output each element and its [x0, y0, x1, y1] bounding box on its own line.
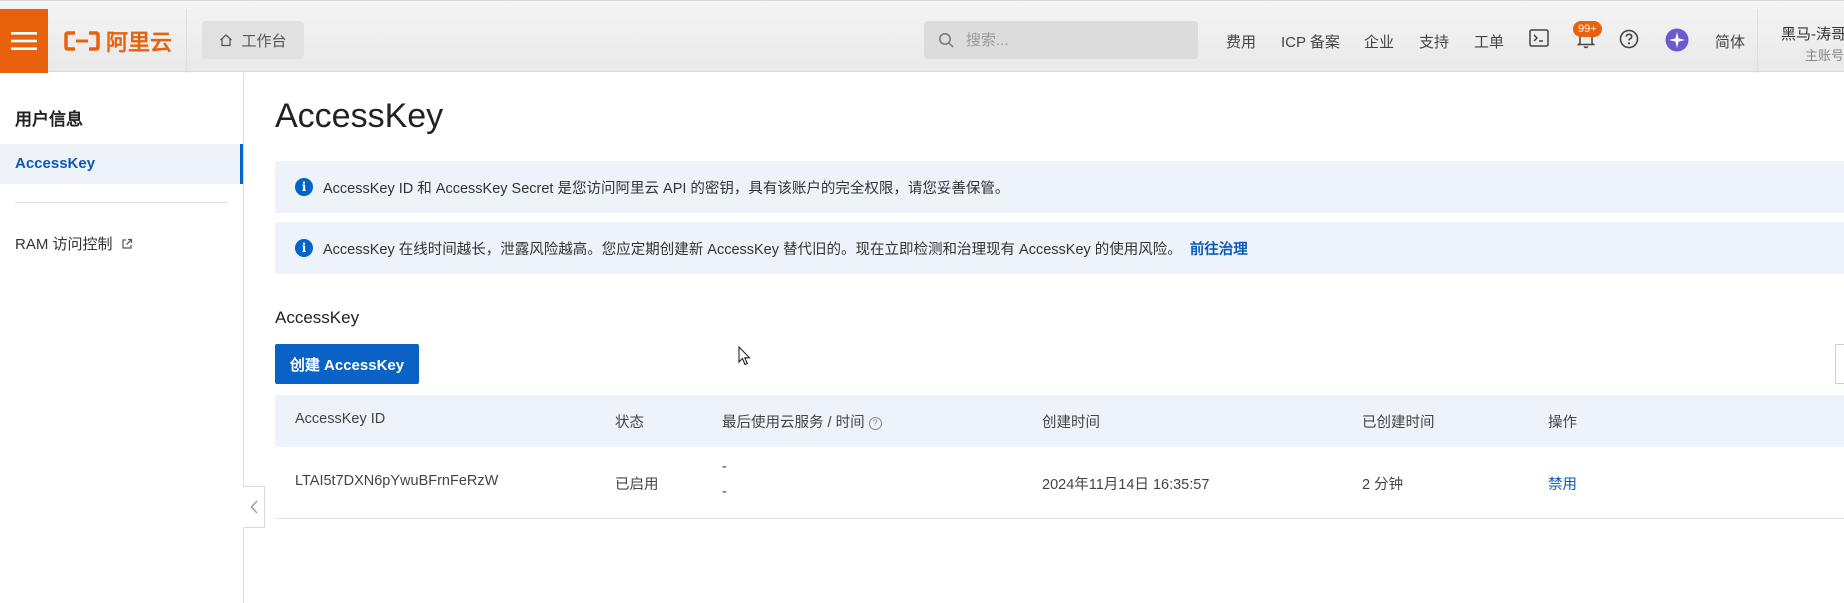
info-icon: i	[295, 178, 313, 196]
disable-link[interactable]: 禁用	[1548, 473, 1577, 494]
menu-button[interactable]	[0, 9, 48, 73]
search-icon	[939, 33, 954, 48]
sidebar-item-ram[interactable]: RAM 访问控制	[15, 233, 133, 254]
search-box[interactable]	[924, 21, 1198, 59]
sidebar-collapse-button[interactable]	[243, 486, 265, 528]
create-accesskey-button[interactable]: 创建 AccessKey	[275, 344, 419, 384]
sidebar-title: 用户信息	[15, 110, 83, 129]
col-status: 状态	[615, 415, 644, 431]
col-last-used: 最后使用云服务 / 时间?	[722, 411, 882, 432]
workbench-label: 工作台	[241, 32, 287, 50]
divider	[1757, 9, 1758, 73]
divider	[186, 9, 187, 73]
aliyun-logo[interactable]: 阿里云	[64, 25, 172, 57]
page-title: AccessKey	[275, 97, 444, 135]
external-link-icon	[121, 238, 132, 249]
cell-accesskey-id: LTAI5t7DXN6pYwuBFrnFeRzW	[295, 473, 499, 489]
help-icon	[1619, 29, 1639, 49]
toolbar-button[interactable]	[1835, 344, 1844, 384]
cell-last-used-time: -	[722, 484, 727, 500]
sparkle-icon	[1665, 28, 1689, 52]
workbench-button[interactable]: 工作台	[202, 21, 304, 59]
sidebar-divider	[15, 202, 228, 203]
notice-text: AccessKey ID 和 AccessKey Secret 是您访问阿里云 …	[323, 180, 1010, 197]
notification-badge: 99+	[1573, 21, 1602, 37]
col-last-used-label: 最后使用云服务 / 时间	[722, 415, 865, 431]
logo-text: 阿里云	[106, 30, 173, 55]
cell-created: 2024年11月14日 16:35:57	[1042, 477, 1210, 493]
col-accesskey-id: AccessKey ID	[295, 411, 386, 427]
notice-secret-warning: i AccessKey ID 和 AccessKey Secret 是您访问阿里…	[275, 161, 1844, 213]
govern-link[interactable]: 前往治理	[1190, 242, 1248, 258]
notice-message: AccessKey 在线时间越长，泄露风险越高。您应定期创建新 AccessKe…	[323, 241, 1182, 258]
sidebar-item-label: RAM 访问控制	[15, 236, 113, 253]
help-button[interactable]	[1619, 29, 1639, 52]
user-name[interactable]: 黑马-涛哥	[1781, 23, 1844, 44]
col-created: 创建时间	[1042, 415, 1100, 431]
nav-enterprise[interactable]: 企业	[1364, 31, 1394, 52]
col-actions: 操作	[1548, 415, 1577, 431]
table-header: AccessKey ID 状态 最后使用云服务 / 时间? 创建时间 已创建时间…	[275, 395, 1844, 447]
aliyun-logo-icon	[64, 31, 100, 51]
user-account-type: 主账号	[1805, 48, 1844, 63]
sidebar-item-accesskey[interactable]: AccessKey	[0, 144, 243, 184]
accesskey-table: AccessKey ID 状态 最后使用云服务 / 时间? 创建时间 已创建时间…	[275, 395, 1844, 519]
notice-rotation-warning: i AccessKey 在线时间越长，泄露风险越高。您应定期创建新 Access…	[275, 222, 1844, 274]
nav-support[interactable]: 支持	[1419, 31, 1449, 52]
cell-age: 2 分钟	[1362, 477, 1404, 493]
top-bar: 阿里云 工作台 费用 ICP 备案 企业 支持 工单 99+	[0, 0, 1844, 73]
section-title: AccessKey	[275, 308, 360, 327]
terminal-icon	[1529, 29, 1549, 47]
mouse-cursor-icon	[738, 346, 751, 366]
language-switch[interactable]: 简体	[1715, 31, 1745, 52]
cell-last-used-service: -	[722, 459, 727, 475]
home-icon	[220, 34, 233, 47]
chevron-left-icon	[250, 500, 258, 514]
search-input[interactable]	[964, 30, 1168, 50]
cell-status: 已启用	[615, 477, 659, 493]
nav-icp[interactable]: ICP 备案	[1281, 31, 1340, 52]
nav-fees[interactable]: 费用	[1226, 31, 1256, 52]
table-row: LTAI5t7DXN6pYwuBFrnFeRzW 已启用 - - 2024年11…	[275, 447, 1844, 519]
col-age: 已创建时间	[1362, 415, 1435, 431]
terminal-button[interactable]	[1529, 29, 1549, 50]
hamburger-icon	[11, 32, 37, 50]
notice-text: AccessKey 在线时间越长，泄露风险越高。您应定期创建新 AccessKe…	[323, 238, 1248, 259]
ai-assistant-button[interactable]	[1665, 28, 1689, 55]
help-icon[interactable]: ?	[868, 416, 882, 430]
info-icon: i	[295, 239, 313, 257]
sidebar: 用户信息 AccessKey RAM 访问控制	[0, 73, 244, 603]
nav-tickets[interactable]: 工单	[1474, 31, 1504, 52]
